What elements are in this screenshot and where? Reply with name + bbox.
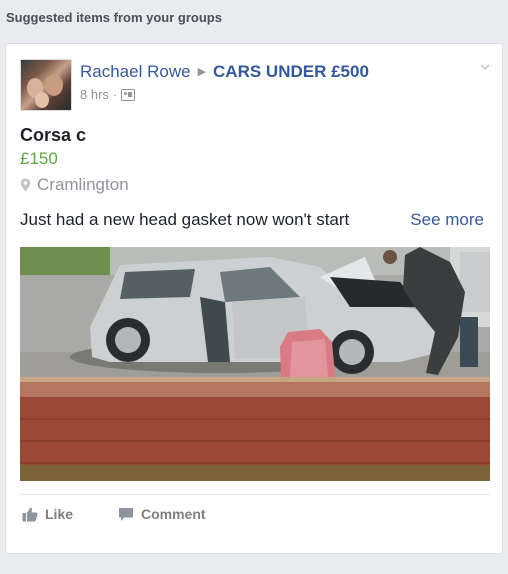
- section-header: Suggested items from your groups: [6, 10, 222, 25]
- item-title[interactable]: Corsa c: [20, 125, 86, 146]
- location-pin-icon: [20, 178, 31, 192]
- arrow-right-icon: ▶: [197, 66, 207, 78]
- comment-icon: [119, 507, 133, 521]
- like-button[interactable]: Like: [22, 506, 73, 522]
- item-photo[interactable]: [20, 247, 490, 481]
- item-location: Cramlington: [20, 175, 129, 195]
- thumbs-up-icon: [22, 507, 38, 521]
- action-divider: [20, 494, 490, 495]
- group-name[interactable]: CARS UNDER £500: [213, 62, 369, 81]
- comment-button[interactable]: Comment: [118, 506, 206, 522]
- post-time[interactable]: 8 hrs: [80, 87, 109, 102]
- chevron-down-icon[interactable]: [480, 62, 490, 72]
- like-label: Like: [45, 506, 74, 522]
- author-name[interactable]: Rachael Rowe: [80, 62, 191, 81]
- marketplace-post-card: Rachael Rowe ▶ CARS UNDER £500 8 hrs · Cor…: [5, 43, 503, 554]
- location-label: Cramlington: [37, 175, 129, 194]
- see-more-link[interactable]: See more: [410, 210, 484, 230]
- avatar[interactable]: [20, 59, 72, 111]
- comment-label: Comment: [141, 506, 206, 522]
- post-header: Rachael Rowe ▶ CARS UNDER £500: [80, 62, 369, 82]
- post-meta: 8 hrs ·: [80, 87, 136, 102]
- item-price: £150: [20, 149, 58, 168]
- item-description: Just had a new head gasket now won't sta…: [20, 210, 350, 229]
- meta-separator: ·: [112, 87, 118, 102]
- audience-icon[interactable]: [121, 88, 136, 101]
